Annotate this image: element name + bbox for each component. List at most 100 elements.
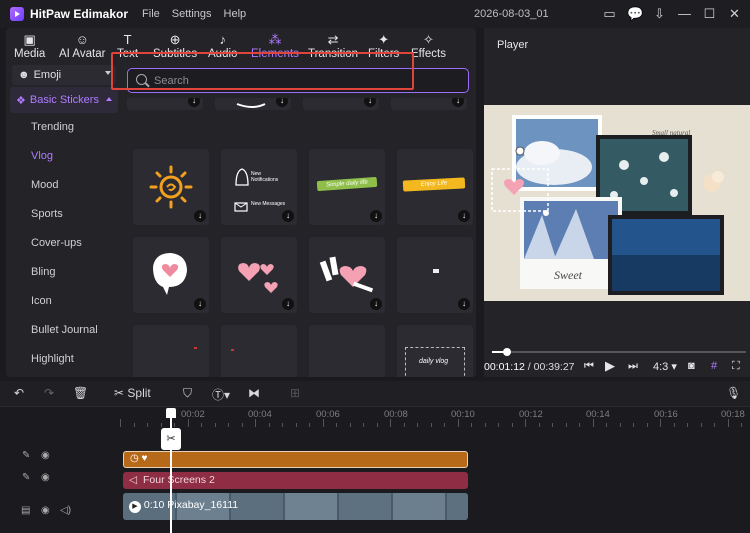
- ruler-tick: [606, 423, 607, 427]
- pin-icon[interactable]: ✎: [22, 450, 30, 461]
- delete-icon[interactable]: 🗑: [73, 386, 88, 400]
- split-button[interactable]: ✂ Split: [114, 386, 151, 400]
- preview-canvas[interactable]: Sweet Small natural: [484, 105, 750, 301]
- ruler-tick: [579, 423, 580, 427]
- download-icon[interactable]: ↓: [194, 298, 206, 310]
- download-icon[interactable]: ⇩: [652, 6, 667, 21]
- play-icon[interactable]: ▶: [605, 358, 615, 374]
- sticker-heart-lines[interactable]: ↓: [309, 237, 385, 313]
- sticker-heart-bubble[interactable]: ↓: [133, 237, 209, 313]
- menu-file[interactable]: File: [142, 8, 160, 20]
- sticker-tile[interactable]: ↓: [215, 98, 291, 110]
- sticker-sun[interactable]: ↓: [133, 149, 209, 225]
- sidebar-item-highlight[interactable]: Highlight: [31, 353, 74, 365]
- download-icon[interactable]: ↓: [370, 210, 382, 222]
- sidebar-item-icon[interactable]: Icon: [31, 295, 52, 307]
- download-icon[interactable]: ↓: [282, 210, 294, 222]
- minimize-icon[interactable]: —: [677, 6, 692, 21]
- sticker-clip[interactable]: ◷ ♥: [123, 451, 468, 468]
- tab-media[interactable]: ▣ Media: [14, 28, 45, 63]
- progress-knob[interactable]: [503, 348, 512, 356]
- sticker-daily-vlog[interactable]: daily vlog ↓: [397, 325, 473, 377]
- sidebar-item-vlog[interactable]: Vlog: [31, 150, 53, 162]
- sticker-notifications[interactable]: New Notifications New Messages ↓: [221, 149, 297, 225]
- sidebar-item-mood[interactable]: Mood: [31, 179, 59, 191]
- emoji-icon: ☻: [18, 69, 30, 81]
- category-dropdown[interactable]: ☻ Emoji: [12, 65, 116, 85]
- download-icon[interactable]: ↓: [452, 98, 464, 107]
- playback-progress[interactable]: [492, 348, 746, 356]
- download-icon[interactable]: ↓: [458, 298, 470, 310]
- pin-icon[interactable]: ✎: [22, 472, 30, 483]
- sticker-tile[interactable]: ↓: [309, 325, 385, 377]
- redo-icon[interactable]: ↷: [44, 386, 54, 400]
- download-icon[interactable]: ↓: [282, 298, 294, 310]
- split-scissors-icon[interactable]: ✂: [161, 428, 181, 450]
- sticker-simple-daily-life[interactable]: Simple daily life ↓: [309, 149, 385, 225]
- effects-icon: ✧: [423, 32, 434, 47]
- menu-help[interactable]: Help: [224, 8, 247, 20]
- tab-subtitles[interactable]: ⊕ Subtitles: [153, 28, 197, 63]
- download-icon[interactable]: ↓: [370, 298, 382, 310]
- maximize-icon[interactable]: ☐: [702, 6, 717, 21]
- section-basic-stickers[interactable]: ❖ Basic Stickers: [10, 87, 118, 113]
- ruler-tick: [322, 419, 324, 427]
- sticker-tile[interactable]: ↓: [221, 325, 297, 377]
- tab-text[interactable]: T Text: [117, 28, 138, 63]
- download-icon[interactable]: ↓: [458, 210, 470, 222]
- aspect-value: 4:3: [653, 361, 669, 373]
- microphone-icon[interactable]: 🎙: [726, 386, 741, 400]
- menu-settings[interactable]: Settings: [172, 8, 212, 20]
- sticker-tile[interactable]: ↓: [303, 98, 379, 110]
- sidebar-item-sports[interactable]: Sports: [31, 208, 63, 220]
- sticker-tile[interactable]: ↓: [391, 98, 467, 110]
- undo-icon[interactable]: ↶: [14, 386, 24, 400]
- sidebar-item-bling[interactable]: Bling: [31, 266, 55, 278]
- sticker-blank[interactable]: ↓: [397, 237, 473, 313]
- text-tool-icon[interactable]: Ⓣ▾: [212, 386, 230, 403]
- download-icon[interactable]: ↓: [364, 98, 376, 107]
- sticker-hearts[interactable]: ↓: [221, 237, 297, 313]
- next-frame-icon[interactable]: ⏭: [628, 360, 638, 373]
- video-clip[interactable]: ▶ 0:10 Pixabay_16111: [123, 493, 468, 520]
- sticker-tile[interactable]: ↓: [127, 98, 203, 110]
- crop-icon[interactable]: ⊞: [290, 386, 300, 400]
- sidebar-item-cover-ups[interactable]: Cover-ups: [31, 237, 82, 249]
- tab-ai-avatar[interactable]: ☺ AI Avatar: [59, 28, 105, 63]
- track-header-video: ▤ ◉ ◁): [0, 505, 118, 527]
- track-lock-icon[interactable]: ▤: [21, 505, 30, 516]
- snapshot-icon[interactable]: ◙: [688, 360, 695, 372]
- fullscreen-icon[interactable]: ⛶: [732, 360, 740, 373]
- eye-icon[interactable]: ◉: [41, 505, 50, 516]
- tab-effects[interactable]: ✧ Effects: [411, 28, 446, 63]
- download-icon[interactable]: ↓: [188, 98, 200, 107]
- timeline-toolbar: ↶ ↷ 🗑 ✂ Split ⛉ Ⓣ▾ ⧓ ⊞ 🎙: [0, 381, 750, 407]
- sidebar-item-trending[interactable]: Trending: [31, 121, 74, 133]
- video-thumbnail: [285, 493, 337, 520]
- timeline-ruler[interactable]: 00:02 00:04 00:06 00:08 00:10 00:12 00:1…: [120, 407, 750, 429]
- playhead-handle[interactable]: [166, 408, 176, 418]
- search-input[interactable]: Search: [127, 68, 469, 93]
- playhead[interactable]: [170, 408, 172, 533]
- download-icon[interactable]: ↓: [194, 210, 206, 222]
- aspect-ratio-select[interactable]: 4:3 ▾: [653, 360, 677, 373]
- feedback-icon[interactable]: 💬: [627, 6, 643, 21]
- tab-transition[interactable]: ⇄ Transition: [308, 28, 358, 63]
- sidebar-item-bullet-journal[interactable]: Bullet Journal: [31, 324, 98, 336]
- previous-frame-icon[interactable]: ⏮: [584, 360, 594, 373]
- tab-audio[interactable]: ♪ Audio: [208, 28, 237, 63]
- mirror-icon[interactable]: ⧓: [248, 386, 260, 400]
- effect-clip[interactable]: ◁ Four Screens 2: [123, 472, 468, 489]
- ruler-label: 00:18: [721, 409, 745, 420]
- tab-filters[interactable]: ✦ Filters: [368, 28, 399, 63]
- eye-icon[interactable]: ◉: [41, 472, 50, 483]
- mask-icon[interactable]: ⛉: [183, 386, 192, 401]
- tab-elements[interactable]: ⁂ Elements: [251, 28, 299, 63]
- sticker-enjoy-life[interactable]: Enjoy Life ↓: [397, 149, 473, 225]
- volume-icon[interactable]: ◁): [60, 505, 71, 516]
- close-icon[interactable]: ✕: [727, 6, 742, 21]
- grid-icon[interactable]: #: [711, 360, 717, 372]
- layout-icon[interactable]: ▭: [602, 6, 617, 21]
- sticker-tile[interactable]: ↓: [133, 325, 209, 377]
- eye-icon[interactable]: ◉: [41, 450, 50, 461]
